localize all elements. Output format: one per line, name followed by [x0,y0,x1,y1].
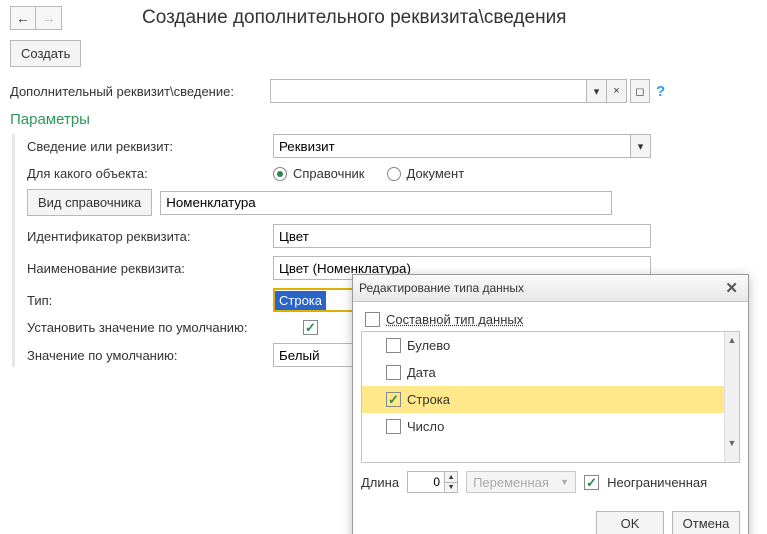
info-or-attr-dropdown-button[interactable]: ▾ [631,134,651,158]
type-label: Тип: [27,293,273,308]
default-value-label: Значение по умолчанию: [27,348,273,363]
extra-attr-open-button[interactable]: ◻ [630,79,650,103]
chevron-down-icon: ▼ [560,477,569,487]
open-icon: ◻ [635,85,644,98]
variable-select-label: Переменная [473,475,549,490]
popup-close-button[interactable]: ✕ [721,279,742,297]
length-label: Длина [361,475,399,490]
info-or-attr-input[interactable] [273,134,631,158]
radio-on-icon [273,167,287,181]
nav-back-button[interactable]: ← [10,6,36,30]
type-item-date-checkbox[interactable] [386,365,401,380]
help-icon[interactable]: ? [656,83,665,100]
length-down-button[interactable]: ▼ [445,482,457,492]
extra-attr-label: Дополнительный реквизит\сведение: [10,84,270,99]
extra-attr-input[interactable] [270,79,587,103]
type-item-number-label: Число [407,419,444,434]
type-item-string-label: Строка [407,392,450,407]
extra-attr-dropdown-button[interactable]: ▾ [587,79,607,103]
info-or-attr-label: Сведение или реквизит: [27,139,273,154]
arrow-left-icon: ← [16,11,30,25]
attr-id-input[interactable] [273,224,651,248]
chevron-down-icon: ▾ [594,85,600,98]
type-list: Булево Дата Строка Число ▲ ▼ [361,331,740,463]
caret-down-icon: ▼ [728,438,737,448]
type-item-string-checkbox[interactable] [386,392,401,407]
popup-cancel-button[interactable]: Отмена [672,511,740,534]
close-icon: × [613,85,619,97]
unlimited-label: Неограниченная [607,475,707,490]
type-editor-popup: Редактирование типа данных ✕ Составной т… [352,274,749,534]
type-item-number[interactable]: Число [362,413,739,440]
type-item-string[interactable]: Строка [362,386,739,413]
close-icon: ✕ [725,280,738,297]
radio-document-option[interactable]: Документ [387,166,465,181]
create-button[interactable]: Создать [10,40,81,67]
length-spinner[interactable]: ▲ ▼ [407,471,458,493]
type-list-scrollbar[interactable]: ▲ ▼ [724,332,739,462]
set-default-label: Установить значение по умолчанию: [27,320,303,335]
unlimited-checkbox[interactable] [584,475,599,490]
page-title: Создание дополнительного реквизита\сведе… [142,7,566,29]
type-item-date-label: Дата [407,365,436,380]
composite-type-label[interactable]: Составной тип данных [386,312,523,327]
length-up-button[interactable]: ▲ [445,472,457,482]
extra-attr-clear-button[interactable]: × [607,79,627,103]
type-value-selected: Строка [275,291,326,310]
caret-up-icon: ▲ [448,474,455,481]
arrow-right-icon: → [42,11,56,25]
section-params-header: Параметры [10,111,757,128]
scroll-up-button[interactable]: ▲ [725,332,739,347]
attr-id-label: Идентификатор реквизита: [27,229,273,244]
set-default-checkbox[interactable] [303,320,318,335]
catalog-value-input[interactable] [160,191,612,215]
object-kind-label: Для какого объекта: [27,166,273,181]
nav-forward-button[interactable]: → [36,6,62,30]
variable-select: Переменная ▼ [466,471,576,493]
radio-catalog-label: Справочник [293,166,365,181]
catalog-type-button[interactable]: Вид справочника [27,189,152,216]
caret-down-icon: ▼ [448,484,455,491]
type-item-date[interactable]: Дата [362,359,739,386]
type-item-bool[interactable]: Булево [362,332,739,359]
radio-off-icon [387,167,401,181]
type-item-number-checkbox[interactable] [386,419,401,434]
popup-title: Редактирование типа данных [359,281,524,295]
radio-document-label: Документ [407,166,465,181]
composite-type-checkbox[interactable] [365,312,380,327]
chevron-down-icon: ▾ [638,140,644,153]
type-item-bool-checkbox[interactable] [386,338,401,353]
radio-catalog-option[interactable]: Справочник [273,166,365,181]
type-item-bool-label: Булево [407,338,450,353]
scroll-down-button[interactable]: ▼ [725,435,739,450]
caret-up-icon: ▲ [728,335,737,345]
length-input[interactable] [408,472,444,492]
attr-name-label: Наименование реквизита: [27,261,273,276]
popup-ok-button[interactable]: OK [596,511,664,534]
